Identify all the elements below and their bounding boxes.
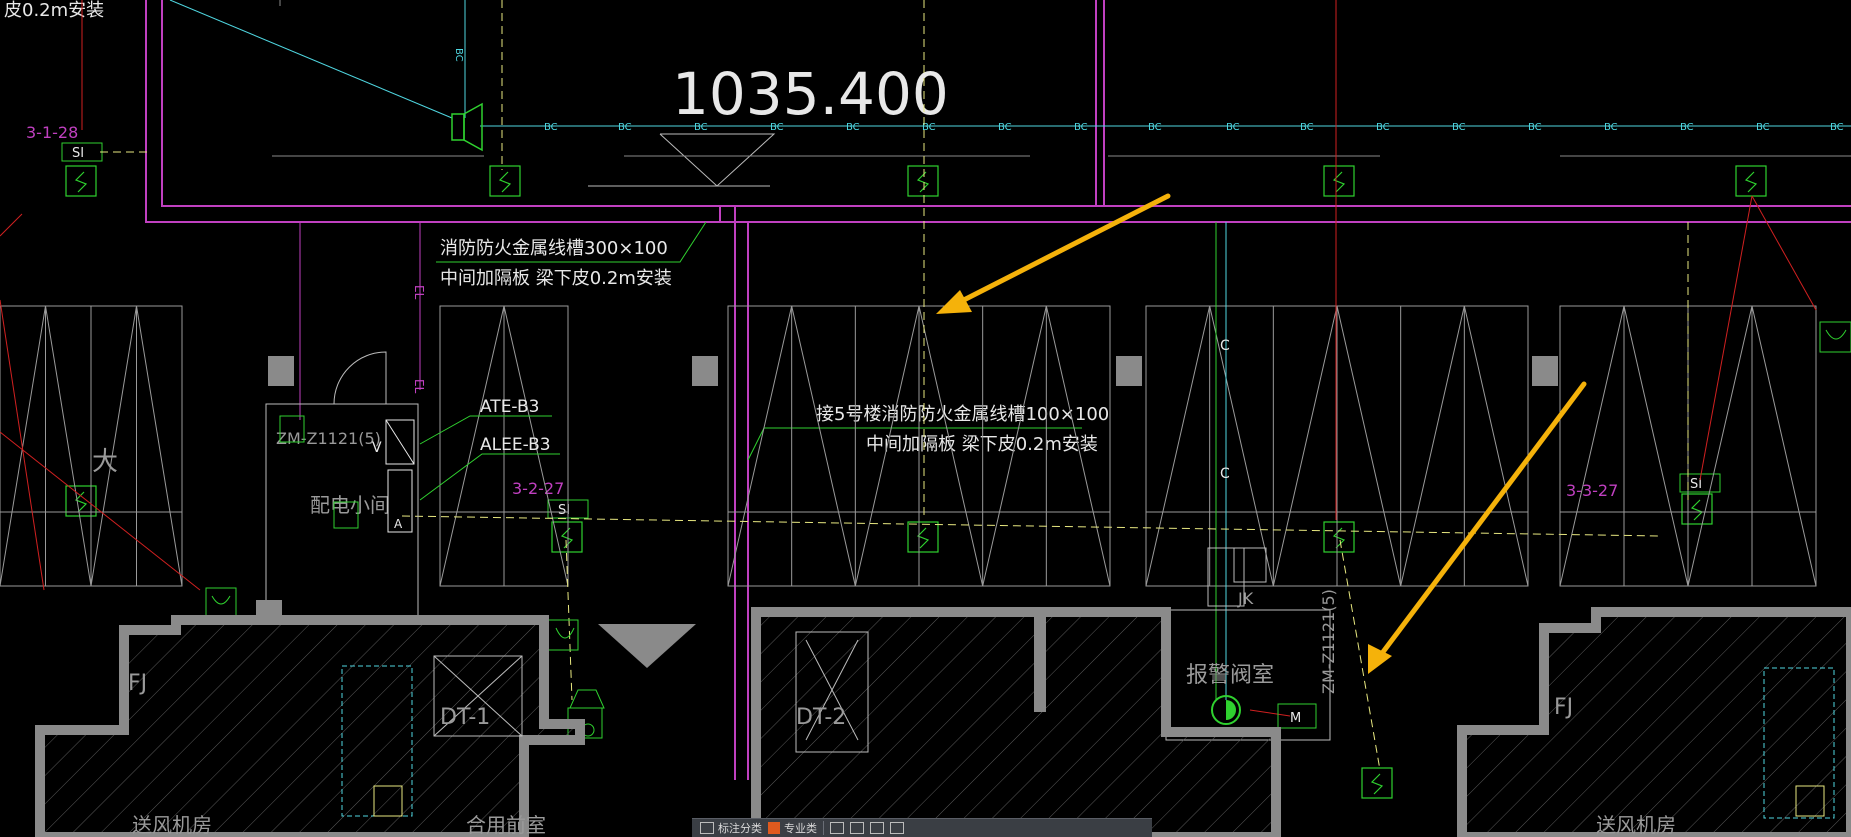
el-tag-2: EL <box>412 379 426 394</box>
panel-ref-label-2: ZM-Z1121(5) <box>1319 589 1338 694</box>
module-m-tag[interactable]: M <box>1277 703 1317 729</box>
svg-text:消防防火金属线槽300×100: 消防防火金属线槽300×100 <box>440 238 668 259</box>
bc-tag: BC <box>544 122 558 133</box>
bc-tag: BC <box>618 122 632 133</box>
toolbar-item-discipline[interactable]: 专业类 <box>768 820 817 836</box>
smoke-detector-icon[interactable] <box>1361 767 1393 799</box>
light-fixture <box>1145 305 1529 587</box>
jk-label: JK <box>1237 589 1254 608</box>
room-label-alarm: 报警阀室 <box>1186 663 1274 688</box>
bc-tag: BC <box>1376 122 1390 133</box>
c-tag-1: C <box>1220 338 1230 354</box>
horn-icon-1[interactable] <box>205 587 237 619</box>
room-label-fan-2: 送风机房 <box>1596 813 1676 837</box>
svg-text:接5号楼消防防火金属线槽100×100: 接5号楼消防防火金属线槽100×100 <box>816 404 1109 425</box>
bc-vertical-tag: BC <box>453 48 464 62</box>
shaft-label-2: FJ <box>1554 695 1573 720</box>
svg-text:M: M <box>1290 711 1301 726</box>
horn-icon-2[interactable] <box>547 619 579 651</box>
tray-note-2: 接5号楼消防防火金属线槽100×100 中间加隔板 梁下皮0.2m安装 <box>747 404 1109 461</box>
si-tag-3[interactable]: SI <box>1679 473 1721 493</box>
section-marker-triangle <box>598 624 696 668</box>
bc-tag: BC <box>1756 122 1770 133</box>
loop-label-3: 3-3-27 <box>1566 481 1618 500</box>
speaker-icon[interactable] <box>451 102 483 152</box>
svg-text:A: A <box>394 517 403 531</box>
room-label-electrical: 配电小间 <box>310 493 390 517</box>
bc-tag: BC <box>1300 122 1314 133</box>
smoke-detector-icon[interactable] <box>907 521 939 553</box>
panel-label-alee: ALEE-B3 <box>480 435 551 455</box>
smoke-detector-icon[interactable] <box>1735 165 1767 197</box>
label-big: 大 <box>92 447 118 477</box>
alarm-valve-icon[interactable] <box>1211 695 1241 725</box>
edit-icon[interactable] <box>830 822 844 834</box>
bc-tag: BC <box>998 122 1012 133</box>
elevation-marker: 1035.400 <box>588 60 949 187</box>
elevator-label-1: DT-1 <box>440 705 490 730</box>
tag-icon <box>700 822 714 834</box>
alarm-valve-room <box>1165 547 1331 741</box>
svg-text:V: V <box>372 440 382 456</box>
smoke-detector-icon[interactable] <box>1323 521 1355 553</box>
cyan-diagonal-cable <box>169 0 453 119</box>
elevation-text: 1035.400 <box>672 60 949 128</box>
el-tag-1: EL <box>412 285 426 300</box>
toolbar-divider <box>823 821 824 835</box>
delete-icon[interactable] <box>890 822 904 834</box>
panel-ate-b3[interactable]: V <box>372 419 415 465</box>
bc-tag: BC <box>1074 122 1088 133</box>
loop-label-1: 3-1-28 <box>26 123 78 142</box>
structural-columns <box>268 356 1558 386</box>
color-swatch-icon <box>768 822 780 834</box>
bc-tag: BC <box>1604 122 1618 133</box>
bc-tag: BC <box>1680 122 1694 133</box>
smoke-detector-icon[interactable] <box>489 165 521 197</box>
light-fixture <box>0 305 183 587</box>
elevator-label-2: DT-2 <box>796 705 846 730</box>
si-tag-1[interactable]: SI <box>61 142 103 162</box>
shaft-label-1: FJ <box>128 671 147 696</box>
bc-tag: BC <box>1528 122 1542 133</box>
copy-icon[interactable] <box>870 822 884 834</box>
svg-text:SI: SI <box>72 146 84 161</box>
room-label-lobby: 合用前室 <box>466 813 546 837</box>
bottom-annotation-toolbar[interactable]: 标注分类 专业类 <box>692 818 1152 837</box>
bc-tag: BC <box>1226 122 1240 133</box>
svg-text:中间加隔板 梁下皮0.2m安装: 中间加隔板 梁下皮0.2m安装 <box>866 434 1098 455</box>
smoke-detector-icon[interactable] <box>1323 165 1355 197</box>
room-label-fan-1: 送风机房 <box>132 813 212 837</box>
bc-tag: BC <box>1452 122 1466 133</box>
toolbar-item-category[interactable]: 标注分类 <box>700 820 762 836</box>
panel-label-ate: ATE-B3 <box>480 397 539 417</box>
top-left-note-fragment: 皮0.2m安装 <box>4 0 104 21</box>
smoke-detector-icon[interactable] <box>65 165 97 197</box>
panel-alee-b3[interactable]: A <box>387 469 413 533</box>
panel-ref-label-1: ZM-Z1121(5) <box>276 429 381 448</box>
alarm-pipe <box>1215 222 1227 700</box>
cad-drawing-canvas[interactable]: BC BC BC BC BC BC BC BC BC BC BC BC BC BC BC BC BC BC BC … <box>0 0 1851 837</box>
magenta-riser <box>299 222 421 420</box>
horn-icon-3[interactable] <box>1819 321 1851 353</box>
c-tag-2: C <box>1220 466 1230 482</box>
building-walls <box>35 600 1851 837</box>
electrical-room <box>265 351 419 617</box>
bc-tag: BC <box>1148 122 1162 133</box>
upload-icon[interactable] <box>850 822 864 834</box>
annotation-arrow-1 <box>936 193 1171 314</box>
svg-text:中间加隔板 梁下皮0.2m安装: 中间加隔板 梁下皮0.2m安装 <box>440 268 672 289</box>
bc-tag: BC <box>1830 122 1844 133</box>
smoke-detector-icon[interactable] <box>907 165 939 197</box>
tray-note-1: 消防防火金属线槽300×100 中间加隔板 梁下皮0.2m安装 <box>436 221 707 289</box>
loop-label-2: 3-2-27 <box>512 479 564 498</box>
